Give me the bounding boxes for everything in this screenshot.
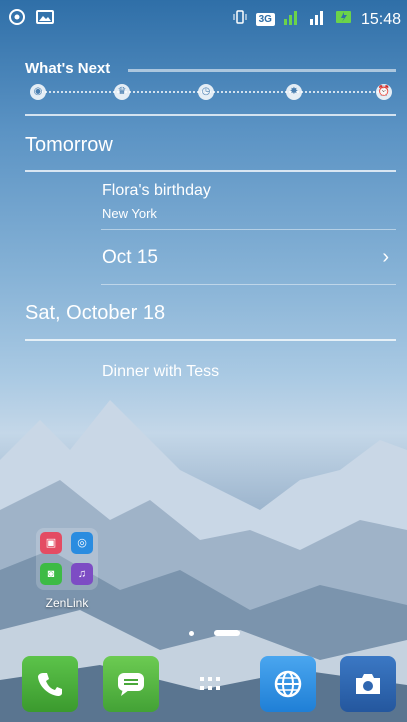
settings-icon <box>8 8 26 31</box>
party-link-icon: ♫ <box>71 563 93 585</box>
page-dot-active <box>214 630 240 636</box>
page-dot <box>189 631 194 636</box>
widget-title: What's Next <box>25 60 111 77</box>
divider <box>101 284 396 285</box>
event-title: Flora's birthday <box>102 182 211 199</box>
messaging-icon[interactable] <box>103 656 159 712</box>
pc-link-icon: ◙ <box>40 563 62 585</box>
divider <box>25 170 396 172</box>
network-type-badge: 3G <box>255 13 275 26</box>
date-label: Oct 15 <box>102 247 158 268</box>
folder-label: ZenLink <box>45 596 89 610</box>
event-title: Dinner with Tess <box>102 363 220 380</box>
alarm-icon: ⏰ <box>376 84 392 100</box>
battery-charging-icon <box>335 10 353 29</box>
signal-icon <box>283 9 301 30</box>
meeting-icon: ✸ <box>286 84 302 100</box>
phone-icon[interactable] <box>22 656 78 712</box>
all-apps-icon[interactable] <box>182 656 238 712</box>
section-heading: Tomorrow <box>25 134 113 156</box>
remote-link-icon: ◎ <box>71 532 93 554</box>
chevron-right-icon: › <box>382 246 389 268</box>
folder-icon: ▣ ◎ ◙ ♫ <box>36 528 98 590</box>
section-heading: Sat, October 18 <box>25 302 166 324</box>
divider <box>25 339 396 341</box>
cake-icon: ♛ <box>114 84 130 100</box>
camera-icon[interactable] <box>340 656 396 712</box>
share-link-icon: ▣ <box>40 532 62 554</box>
divider <box>101 229 396 230</box>
dock <box>0 652 407 712</box>
divider <box>128 69 396 72</box>
clock-icon: ◷ <box>198 84 214 100</box>
vibrate-icon <box>232 9 248 30</box>
event-location: New York <box>102 206 157 221</box>
timeline: ◉ ♛ ◷ ✸ ⏰ <box>30 84 394 100</box>
clock: 15:48 <box>360 10 401 28</box>
page-indicator <box>0 630 407 636</box>
browser-icon[interactable] <box>260 656 316 712</box>
image-icon <box>36 10 54 29</box>
signal-2-icon <box>309 9 327 30</box>
eye-icon: ◉ <box>30 84 46 100</box>
status-bar: 3G 15:48 <box>0 0 407 34</box>
divider <box>25 114 396 116</box>
